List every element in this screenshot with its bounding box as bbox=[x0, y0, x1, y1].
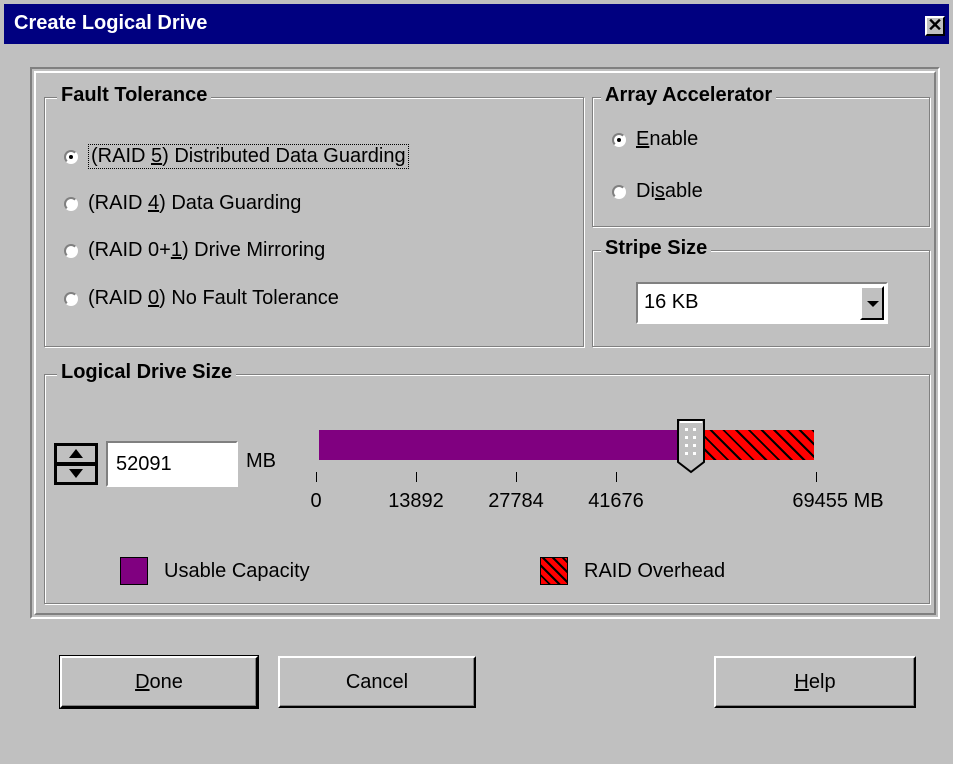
radio-raid5-label: (RAID 5) Distributed Data Guarding bbox=[88, 144, 409, 169]
size-spinner[interactable] bbox=[54, 443, 98, 485]
spin-up-button[interactable] bbox=[57, 446, 95, 462]
radio-disable-label: Disable bbox=[636, 180, 703, 202]
title-bar: Create Logical Drive ✕ bbox=[4, 4, 949, 44]
help-button[interactable]: Help bbox=[714, 656, 916, 708]
close-button[interactable]: ✕ bbox=[925, 16, 945, 36]
spin-down-button[interactable] bbox=[57, 466, 95, 482]
slider-thumb-icon[interactable] bbox=[676, 418, 706, 474]
tick-label: 27784 bbox=[488, 490, 544, 512]
cancel-button[interactable]: Cancel bbox=[278, 656, 476, 708]
tick-mark bbox=[516, 472, 517, 482]
tick-mark bbox=[416, 472, 417, 482]
radio-circle-icon bbox=[64, 196, 78, 211]
array-accelerator-label: Array Accelerator bbox=[601, 84, 777, 107]
radio-circle-icon bbox=[64, 243, 78, 258]
radio-circle-icon bbox=[612, 184, 626, 199]
tick-label: 13892 bbox=[388, 490, 444, 512]
raid-overhead-bar bbox=[704, 430, 814, 460]
radio-raid5[interactable]: (RAID 5) Distributed Data Guarding bbox=[64, 144, 409, 169]
stripe-size-label: Stripe Size bbox=[601, 237, 712, 260]
tick-label: 41676 bbox=[588, 490, 644, 512]
usable-capacity-legend: Usable Capacity bbox=[164, 560, 310, 582]
radio-circle-icon bbox=[612, 132, 626, 147]
radio-raid01-label: (RAID 0+1) Drive Mirroring bbox=[88, 239, 326, 261]
chevron-down-icon bbox=[867, 301, 879, 307]
radio-raid0-label: (RAID 0) No Fault Tolerance bbox=[88, 287, 339, 309]
size-input[interactable]: 52091 bbox=[106, 441, 238, 487]
create-logical-drive-dialog: Create Logical Drive ✕ Fault Tolerance (… bbox=[0, 0, 953, 764]
size-unit-label: MB bbox=[246, 450, 276, 472]
done-button-label: Done bbox=[135, 670, 183, 693]
tick-label: 0 bbox=[310, 490, 322, 512]
radio-enable[interactable]: Enable bbox=[612, 128, 698, 151]
usable-capacity-swatch bbox=[120, 557, 148, 585]
tick-mark bbox=[816, 472, 817, 482]
window-title: Create Logical Drive bbox=[14, 12, 208, 34]
radio-raid4-label: (RAID 4) Data Guarding bbox=[88, 192, 302, 214]
tick-mark bbox=[616, 472, 617, 482]
logical-drive-size-label: Logical Drive Size bbox=[57, 361, 237, 384]
fault-tolerance-label: Fault Tolerance bbox=[57, 84, 212, 107]
radio-circle-icon bbox=[64, 291, 78, 306]
stripe-size-select[interactable]: 16 KB bbox=[636, 282, 888, 324]
tick-mark bbox=[316, 472, 317, 482]
raid-overhead-swatch bbox=[540, 557, 568, 585]
done-button[interactable]: Done bbox=[59, 655, 259, 709]
stripe-size-value: 16 KB bbox=[644, 291, 699, 313]
radio-enable-label: Enable bbox=[636, 128, 699, 150]
radio-disable[interactable]: Disable bbox=[612, 180, 703, 203]
array-accelerator-group: Array Accelerator bbox=[592, 84, 930, 227]
tick-label: 69455 MB bbox=[792, 490, 884, 512]
radio-raid01[interactable]: (RAID 0+1) Drive Mirroring bbox=[64, 239, 325, 262]
usable-capacity-bar bbox=[319, 430, 687, 460]
arrow-up-icon bbox=[69, 449, 83, 458]
help-button-label: Help bbox=[794, 670, 836, 693]
radio-raid4[interactable]: (RAID 4) Data Guarding bbox=[64, 192, 301, 215]
radio-circle-icon bbox=[64, 149, 78, 164]
close-icon: ✕ bbox=[927, 15, 943, 35]
radio-raid0[interactable]: (RAID 0) No Fault Tolerance bbox=[64, 287, 339, 310]
raid-overhead-legend: RAID Overhead bbox=[584, 560, 726, 582]
arrow-down-icon bbox=[69, 469, 83, 478]
stripe-size-dropdown-button[interactable] bbox=[860, 286, 884, 320]
